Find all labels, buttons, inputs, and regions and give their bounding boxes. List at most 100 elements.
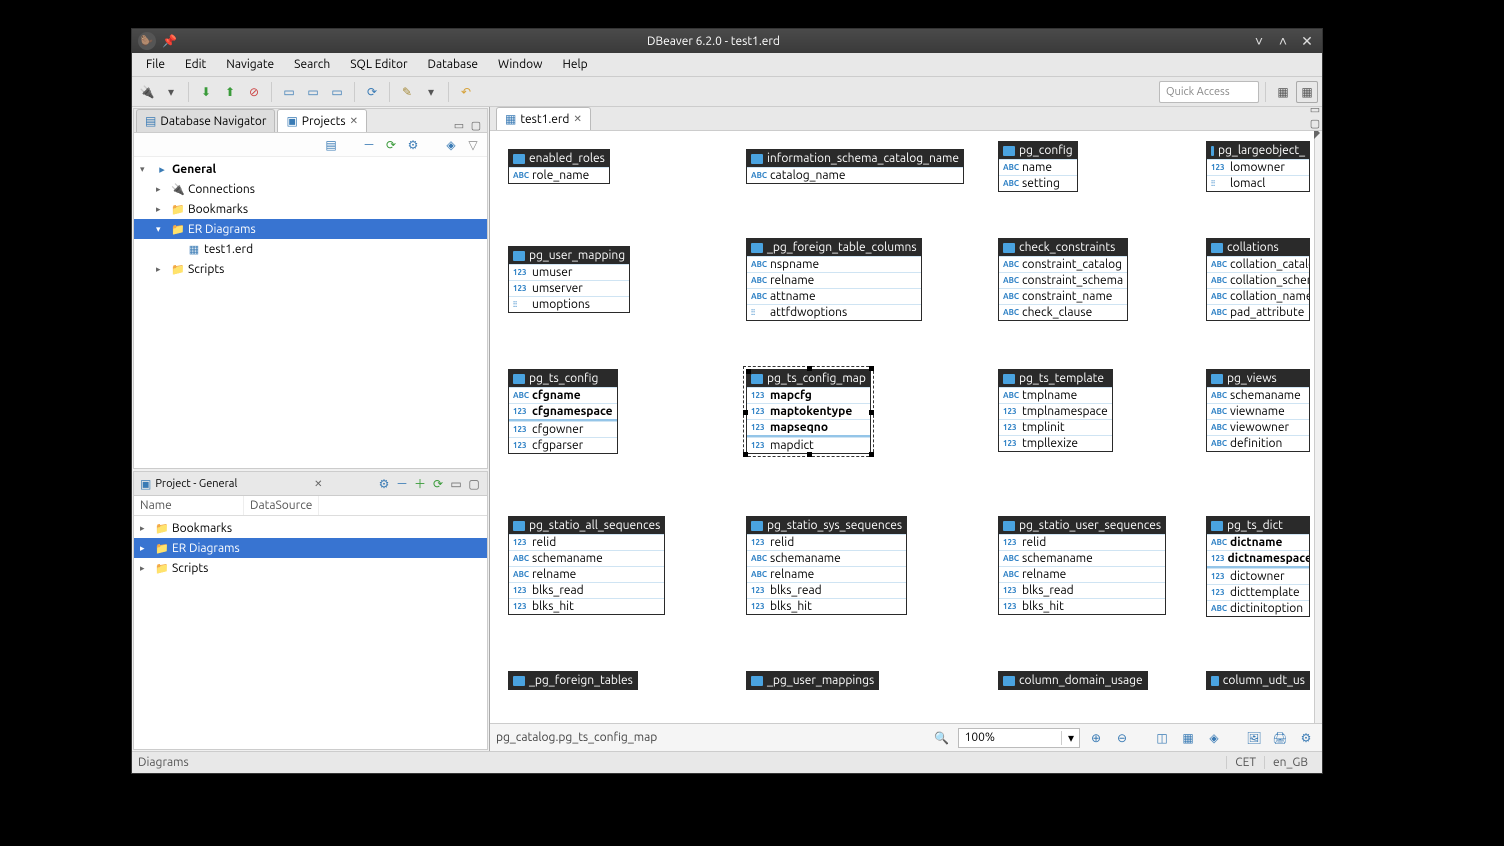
selection-handle[interactable] (869, 410, 874, 415)
column-row[interactable]: ABCname (999, 159, 1077, 175)
entity-header[interactable]: pg_views (1207, 370, 1309, 387)
entity-header[interactable]: pg_user_mapping (509, 247, 629, 264)
column-row[interactable]: ABCrole_name (509, 167, 609, 183)
entity-header[interactable]: pg_ts_template (999, 370, 1112, 387)
column-row[interactable]: 123blks_hit (999, 598, 1165, 614)
menu-help[interactable]: Help (553, 55, 598, 74)
column-row[interactable]: 123maptokentype (747, 403, 870, 419)
tree-item[interactable]: ▸🔌Connections (134, 179, 487, 199)
column-row[interactable]: ABCpad_attribute (1207, 304, 1309, 320)
entity-header[interactable]: pg_ts_dict (1207, 517, 1309, 534)
entity-pg_ts_template[interactable]: pg_ts_templateABCtmplname123tmplnamespac… (998, 369, 1113, 452)
collapse-icon[interactable]: － (361, 137, 377, 153)
selection-handle[interactable] (743, 410, 748, 415)
maximize-panel-icon[interactable]: ▢ (1308, 116, 1322, 130)
tree-item[interactable]: ▸📁Scripts (134, 558, 487, 578)
column-row[interactable]: 123tmplinit (999, 419, 1112, 435)
entity-_pg_foreign_tables[interactable]: _pg_foreign_tables (508, 671, 638, 690)
tree-item[interactable]: ▸📁Scripts (134, 259, 487, 279)
layout-icon[interactable]: ◫ (1152, 728, 1172, 748)
tree-item[interactable]: ▸📁ER Diagrams (134, 538, 487, 558)
entity-pg_statio_sys_sequences[interactable]: pg_statio_sys_sequences123relidABCschema… (746, 516, 907, 615)
selection-handle[interactable] (807, 452, 812, 457)
column-row[interactable]: 123relid (747, 534, 906, 550)
column-row[interactable]: 123dicttemplate (1207, 584, 1309, 600)
menu-edit[interactable]: Edit (175, 55, 216, 74)
entity-header[interactable]: _pg_user_mappings (747, 672, 878, 689)
entity-enabled_roles[interactable]: enabled_rolesABCrole_name (508, 149, 610, 184)
column-row[interactable]: ABCcollation_schema (1207, 272, 1309, 288)
perspective-dbeaver-button[interactable]: ▦ (1296, 81, 1318, 103)
close-icon[interactable]: ✕ (350, 115, 358, 127)
entity-header[interactable]: pg_ts_config (509, 370, 617, 387)
entity-header[interactable]: check_constraints (999, 239, 1127, 256)
entity-collations[interactable]: collationsABCcollation_catalogABCcollati… (1206, 238, 1310, 321)
sql-button[interactable]: ▭ (278, 81, 300, 103)
column-row[interactable]: 123cfgparser (509, 437, 617, 453)
entity-pg_statio_all_sequences[interactable]: pg_statio_all_sequences123relidABCschema… (508, 516, 665, 615)
column-row[interactable]: ABCsetting (999, 175, 1077, 191)
column-row[interactable]: 123blks_hit (747, 598, 906, 614)
entity-pg_views[interactable]: pg_viewsABCschemanameABCviewnameABCviewo… (1206, 369, 1310, 452)
entity-pg_user_mapping[interactable]: pg_user_mapping123umuser123umserver⫶⫶umo… (508, 246, 630, 313)
column-row[interactable]: ABCnspname (747, 256, 921, 272)
column-row[interactable]: ⫶⫶umoptions (509, 296, 629, 312)
zoom-out-icon[interactable]: ⊖ (1112, 728, 1132, 748)
perspective-button[interactable]: ▦ (1272, 81, 1294, 103)
column-row[interactable]: 123umuser (509, 264, 629, 280)
close-icon[interactable]: ✕ (314, 478, 322, 490)
minimize-panel-icon[interactable]: ▭ (452, 118, 466, 132)
minimize-button[interactable]: ˅ (1250, 32, 1268, 50)
dropdown-icon[interactable]: ▾ (160, 81, 182, 103)
chevron-down-icon[interactable]: ▾ (1061, 731, 1079, 745)
column-row[interactable]: ABCcatalog_name (747, 167, 963, 183)
selection-handle[interactable] (869, 452, 874, 457)
tool-button[interactable]: ✎ (396, 81, 418, 103)
column-row[interactable]: ABCrelname (999, 566, 1165, 582)
column-row[interactable]: ABCdictinitoption (1207, 600, 1309, 616)
column-row[interactable]: ABCviewname (1207, 403, 1309, 419)
column-row[interactable]: 123relid (509, 534, 664, 550)
pin-icon[interactable]: 📌 (162, 34, 177, 48)
entity-header[interactable]: _pg_foreign_tables (509, 672, 637, 689)
column-row[interactable]: 123mapseqno (747, 419, 870, 435)
entity-pg_ts_config_map[interactable]: pg_ts_config_map123mapcfg123maptokentype… (746, 369, 871, 454)
entity-header[interactable]: enabled_roles (509, 150, 609, 167)
rollback-button[interactable]: ⬆ (219, 81, 241, 103)
refresh-icon[interactable]: ◈ (1204, 728, 1224, 748)
maximize-panel-icon[interactable]: ▢ (469, 118, 483, 132)
tree-item[interactable]: ▦test1.erd (134, 239, 487, 259)
entity-information_schema_catalog_name[interactable]: information_schema_catalog_nameABCcatalo… (746, 149, 964, 184)
column-row[interactable]: 123mapcfg (747, 387, 870, 403)
refresh-button[interactable]: ⟳ (361, 81, 383, 103)
selection-handle[interactable] (743, 452, 748, 457)
collapse-icon[interactable]: － (395, 477, 409, 491)
zoom-in-icon[interactable]: ⊕ (1086, 728, 1106, 748)
entity-pg_statio_user_sequences[interactable]: pg_statio_user_sequences123relidABCschem… (998, 516, 1166, 615)
entity-_pg_foreign_table_columns[interactable]: _pg_foreign_table_columnsABCnspnameABCre… (746, 238, 922, 321)
entity-header[interactable]: column_domain_usage (999, 672, 1147, 689)
tab-projects[interactable]: ▣Projects✕ (277, 109, 367, 132)
sql-script-button[interactable]: ▭ (326, 81, 348, 103)
entity-pg_config[interactable]: pg_configABCnameABCsetting (998, 141, 1078, 192)
column-row[interactable]: ABCcheck_clause (999, 304, 1127, 320)
entity-pg_ts_config[interactable]: pg_ts_configABCcfgname123cfgnamespace123… (508, 369, 618, 454)
column-row[interactable]: 123blks_read (747, 582, 906, 598)
column-row[interactable]: 123lomowner (1207, 159, 1309, 175)
entity-header[interactable]: column_udt_us (1207, 672, 1309, 689)
entity-header[interactable]: pg_statio_sys_sequences (747, 517, 906, 534)
erd-canvas[interactable]: enabled_rolesABCrole_name information_sch… (490, 131, 1322, 723)
menu-window[interactable]: Window (488, 55, 552, 74)
column-row[interactable]: ABCrelname (509, 566, 664, 582)
settings-icon[interactable]: ⚙ (1296, 728, 1316, 748)
tx-button[interactable]: ⊘ (243, 81, 265, 103)
refresh-icon[interactable]: ⟳ (383, 137, 399, 153)
column-row[interactable]: ⫶⫶attfdwoptions (747, 304, 921, 320)
entity-header[interactable]: _pg_foreign_table_columns (747, 239, 921, 256)
titlebar[interactable]: 🦫 📌 DBeaver 6.2.0 - test1.erd ˅ ˄ ✕ (132, 29, 1322, 53)
entity-_pg_user_mappings[interactable]: _pg_user_mappings (746, 671, 879, 690)
menu-file[interactable]: File (136, 55, 175, 74)
add-icon[interactable]: ＋ (413, 477, 427, 491)
selection-handle[interactable] (869, 366, 874, 371)
column-row[interactable]: ABCdefinition (1207, 435, 1309, 451)
